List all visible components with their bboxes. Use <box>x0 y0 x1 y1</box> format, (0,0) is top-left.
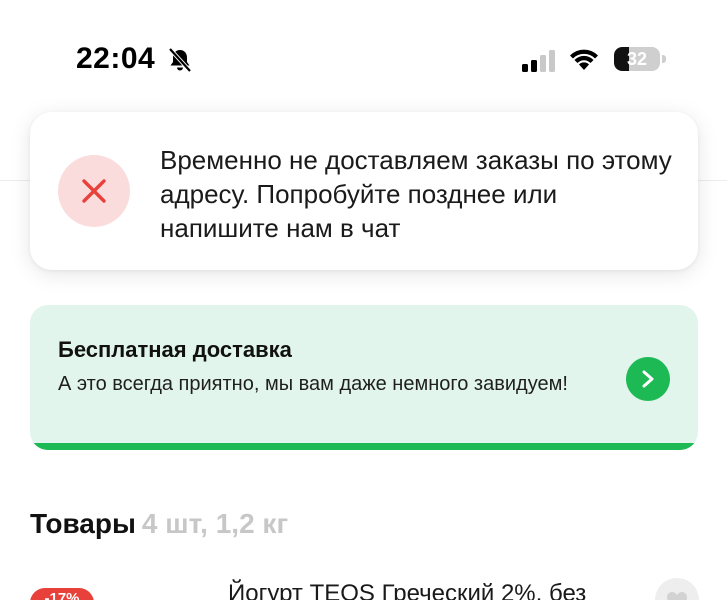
chevron-right-icon <box>642 370 654 388</box>
free-delivery-card[interactable]: Бесплатная доставка А это всегда приятно… <box>30 305 698 450</box>
status-time: 22:04 <box>76 42 156 75</box>
discount-badge: -17% <box>30 588 94 600</box>
products-meta: 4 шт, 1,2 кг <box>141 508 289 539</box>
favorite-button[interactable] <box>655 578 699 600</box>
bell-slash-icon <box>166 46 194 74</box>
promo-description: А это всегда приятно, мы вам даже немног… <box>58 373 568 395</box>
battery-cap <box>662 55 666 63</box>
toast-message: Временно не доставляем заказы по этому а… <box>160 145 672 243</box>
cellular-signal-icon <box>522 50 558 72</box>
products-title: Товары <box>30 508 136 539</box>
product-name[interactable]: Йогурт TEOS Греческий 2%, без <box>228 580 586 600</box>
products-heading: Товары 4 шт, 1,2 кг <box>30 508 288 540</box>
status-bar: 22:04 32 <box>0 0 727 110</box>
close-icon <box>82 179 106 203</box>
screen: 22:04 32 Временно не доставляем заказы п… <box>0 0 727 600</box>
error-toast[interactable]: Временно не доставляем заказы по этому а… <box>30 112 698 270</box>
toast-error-badge <box>58 155 130 227</box>
promo-open-button[interactable] <box>626 357 670 401</box>
free-delivery-progress <box>30 443 698 450</box>
battery-level: 32 <box>626 49 648 69</box>
heart-icon <box>667 592 687 600</box>
battery-body: 32 <box>614 47 660 71</box>
wifi-icon <box>568 46 600 72</box>
promo-title: Бесплатная доставка <box>58 337 292 362</box>
free-delivery-progress-fill <box>30 443 698 450</box>
battery-icon: 32 <box>614 47 666 71</box>
